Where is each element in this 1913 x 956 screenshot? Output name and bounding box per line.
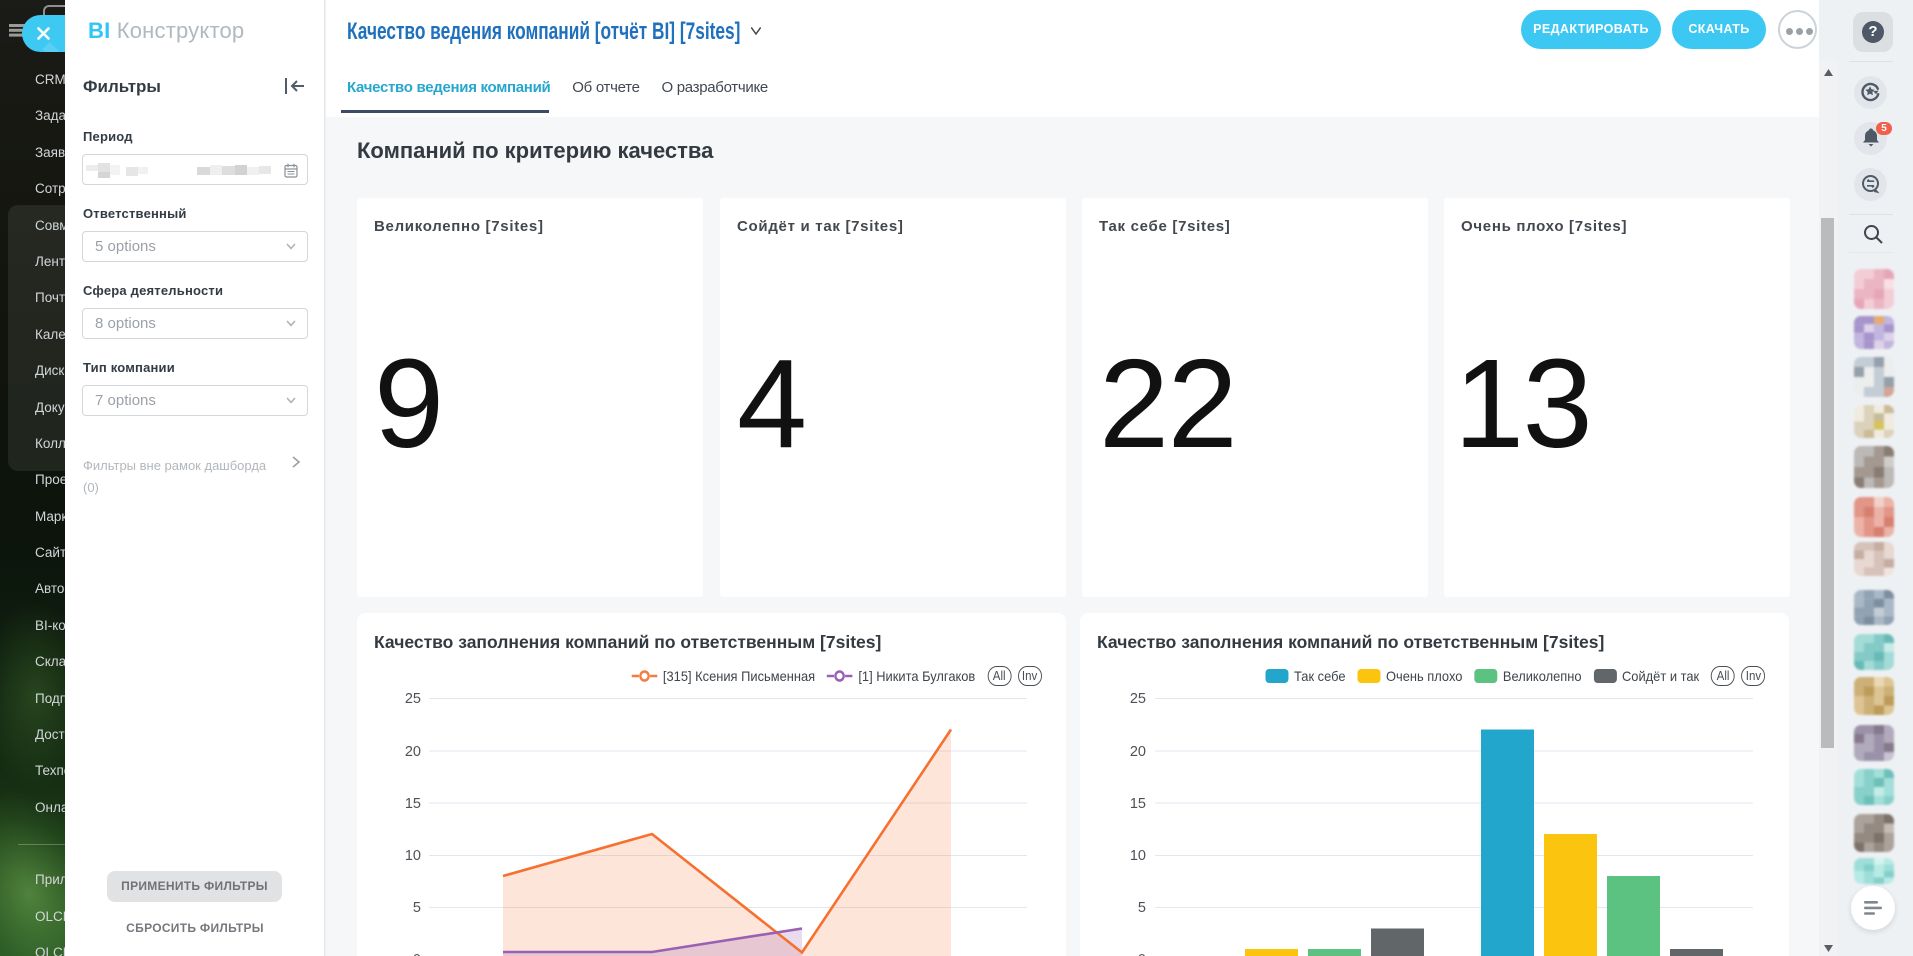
svg-text:20: 20 [1130,744,1146,760]
svg-text:0: 0 [1138,952,1146,956]
svg-text:5: 5 [1138,900,1146,916]
svg-text:15: 15 [1130,796,1146,812]
svg-text:20: 20 [405,744,421,760]
svg-text:0: 0 [413,952,421,956]
svg-text:25: 25 [405,691,421,707]
svg-text:15: 15 [405,796,421,812]
svg-text:25: 25 [1130,691,1146,707]
svg-text:5: 5 [413,900,421,916]
svg-text:10: 10 [1130,848,1146,864]
svg-text:10: 10 [405,848,421,864]
